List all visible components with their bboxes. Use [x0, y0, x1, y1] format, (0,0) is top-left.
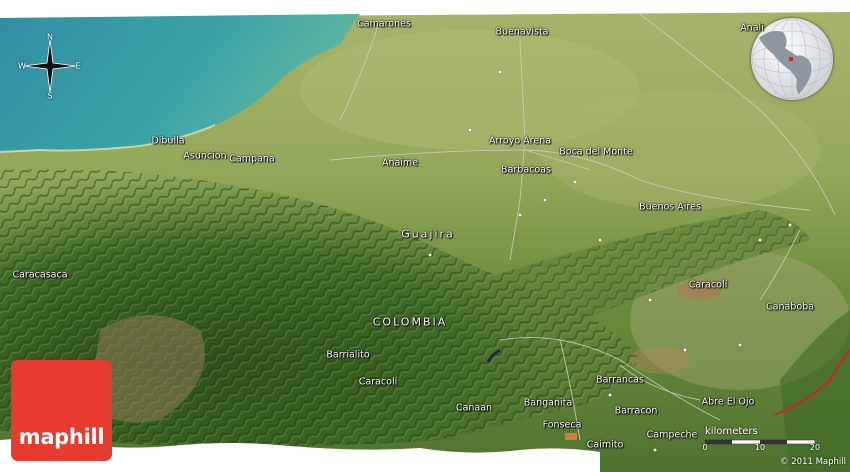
- compass-star-icon: [23, 39, 77, 93]
- compass-east: E: [75, 61, 81, 71]
- scale-tick-20: 20: [809, 443, 821, 452]
- place-label: Buenos Aires: [639, 201, 701, 213]
- place-label: Campana: [229, 153, 275, 165]
- place-label: Canaboba: [766, 301, 814, 313]
- place-label: Caracasaca: [12, 269, 68, 281]
- scale-tick-0: 0: [702, 443, 708, 452]
- settlement-dot: [598, 238, 602, 242]
- place-label: Caracolí: [358, 376, 398, 388]
- settlement-dot: [573, 180, 577, 184]
- settlement-dot: [608, 393, 612, 397]
- compass-north: N: [47, 32, 53, 42]
- place-label: Fonseca: [542, 419, 582, 431]
- place-label: Campeche: [646, 429, 698, 441]
- place-label: Dibulla: [151, 135, 185, 147]
- place-label: Caracolí: [688, 279, 728, 291]
- place-label: Abre El Ojo: [701, 396, 755, 408]
- place-label: Barracon: [614, 405, 658, 417]
- compass-west: W: [18, 61, 26, 71]
- settlement-dot: [543, 198, 547, 202]
- compass-south: S: [47, 91, 53, 101]
- scale-bar: kilometers 0 10 20: [702, 426, 830, 456]
- place-label: Boca del Monte: [559, 146, 633, 158]
- place-label: Caimito: [586, 439, 624, 451]
- scale-tick-10: 10: [754, 443, 766, 452]
- satellite-map[interactable]: N S E W Camarones Buenavista Anali Dibulla A…: [0, 0, 850, 472]
- country-label: COLOMBIA: [372, 315, 448, 329]
- place-label: Barbacoas: [501, 164, 551, 176]
- maphill-logo[interactable]: maphill: [11, 360, 112, 461]
- place-label: Banganita: [523, 397, 573, 409]
- place-label: Asuncion: [183, 150, 227, 162]
- region-label: Guajira: [401, 227, 455, 241]
- settlement-dot: [683, 348, 687, 352]
- settlement-dot: [518, 213, 522, 217]
- place-label: Barrancas: [596, 374, 644, 386]
- copyright-text: © 2011 Maphill: [780, 457, 846, 467]
- compass-rose: N S E W: [18, 32, 82, 101]
- settlement-dot: [738, 343, 742, 347]
- logo-text: maphill: [18, 425, 105, 449]
- settlement-dot: [788, 223, 792, 227]
- settlement-dot: [758, 238, 762, 242]
- settlement-dot: [653, 448, 657, 452]
- settlement-dot: [498, 70, 502, 74]
- place-label: Anali: [740, 22, 764, 34]
- place-label: Canaan: [455, 402, 493, 414]
- place-label: Camarones: [357, 18, 411, 30]
- place-label: Arroyo Arena: [488, 135, 552, 147]
- place-label: Anaime: [381, 157, 419, 169]
- settlement-dot: [428, 253, 432, 257]
- scale-unit: kilometers: [705, 426, 758, 437]
- place-label: Buenavista: [495, 26, 549, 38]
- place-label: Barrialito: [326, 349, 370, 361]
- settlement-dot: [468, 128, 472, 132]
- settlement-dot: [648, 298, 652, 302]
